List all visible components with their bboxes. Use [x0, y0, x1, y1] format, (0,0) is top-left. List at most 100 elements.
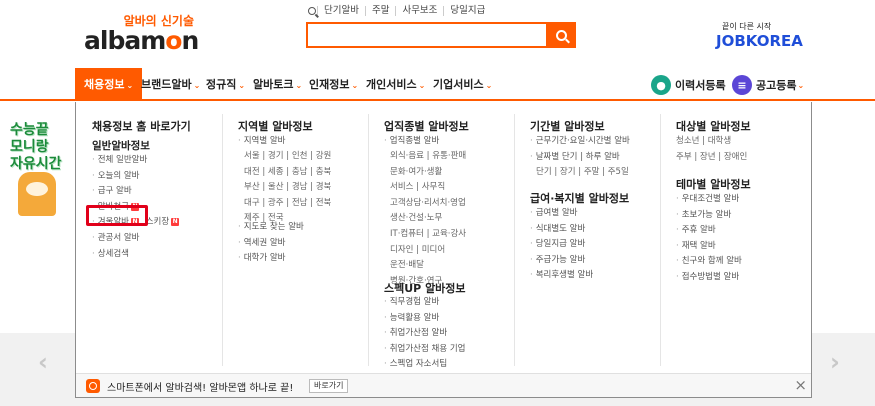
chevron-down-icon: ⌄: [351, 81, 359, 90]
category-row[interactable]: 고객상담·리서치·영업: [390, 196, 466, 212]
quick-link-same-day-pay[interactable]: 당일지급: [443, 6, 491, 16]
job-type-list: · 업직종별 알바: [384, 134, 439, 150]
column-divider: [222, 114, 223, 366]
nav-business-service[interactable]: 기업서비스 ⌄: [433, 68, 492, 101]
nav-personal-service[interactable]: 개인서비스 ⌄: [366, 68, 425, 101]
carousel-prev-arrow[interactable]: ‹: [38, 348, 48, 376]
list-item[interactable]: · 우대조건별 알바: [676, 192, 742, 208]
list-item[interactable]: · 날짜별 단기 | 하루 알바: [530, 150, 630, 166]
region-row[interactable]: 대전 | 세종 | 충남 | 충북: [244, 165, 331, 181]
category-row[interactable]: 문화·여가·생활: [390, 165, 466, 181]
category-row[interactable]: 운전·배달: [390, 258, 466, 274]
target-links: 청소년 | 대학생 주부 | 장년 | 장애인: [676, 134, 747, 165]
quick-link-short-term[interactable]: 단기알바: [317, 6, 365, 16]
general-alba-heading: 일반알바정보: [92, 140, 150, 152]
app-shortcut-button[interactable]: 바로가기: [309, 379, 349, 393]
quick-link-office[interactable]: 사무보조: [395, 6, 443, 16]
jobkorea-wordmark: JOBKOREA: [716, 32, 803, 50]
list-item[interactable]: · 대학가 알바: [238, 251, 304, 267]
search-icon: [308, 7, 316, 15]
column-divider: [514, 114, 515, 366]
list-item[interactable]: · 오늘의 알바: [92, 169, 179, 185]
list-item[interactable]: · 취업가산점 채용 기업: [384, 342, 466, 358]
category-row[interactable]: 서비스 | 사무직: [390, 180, 466, 196]
list-item[interactable]: · 지역별 알바: [238, 134, 286, 150]
list-item[interactable]: · 당일지급 알바: [530, 237, 593, 253]
site-header: 알바의 신기술 albamon 단기알바 주말 사무보조 당일지급 끝이 다른 …: [0, 0, 875, 68]
job-type-heading: 업직종별 알바정보: [384, 120, 469, 133]
category-row[interactable]: 외식·음료 | 유통·판매: [390, 149, 466, 165]
list-item[interactable]: · 관공서 알바: [92, 231, 179, 247]
list-item[interactable]: · 급구 알바: [92, 184, 179, 200]
list-item[interactable]: · 근무기간·요일·시간별 알바: [530, 134, 630, 150]
spec-up-list: · 직무경험 알바 · 능력활용 알바 · 취업가산점 알바 · 취업가산점 채용 기업…: [384, 295, 466, 373]
region-alba-list: · 지역별 알바: [238, 134, 286, 150]
albamon-app-icon: [86, 379, 100, 393]
app-promo-text: 스마트폰에서 알바검색! 알바몬앱 하나로 끝!: [107, 383, 294, 394]
list-item[interactable]: · 역세권 알바: [238, 236, 304, 252]
job-type-links: 외식·음료 | 유통·판매 문화·여가·생활 서비스 | 사무직 고객상담·리서…: [390, 149, 466, 289]
list-item[interactable]: · 능력활용 알바: [384, 311, 466, 327]
list-item[interactable]: · 재택 알바: [676, 239, 742, 255]
winter-alba-highlight: [86, 205, 148, 226]
quick-search-links: 단기알바 주말 사무보조 당일지급: [308, 6, 491, 16]
target-row[interactable]: 주부 | 장년 | 장애인: [676, 150, 747, 166]
search-button[interactable]: [547, 22, 576, 48]
category-row[interactable]: IT·컴퓨터 | 교육·강사: [390, 227, 466, 243]
target-row[interactable]: 청소년 | 대학생: [676, 134, 747, 150]
list-item[interactable]: · 급여별 알바: [530, 206, 593, 222]
chevron-down-icon: ⌄: [126, 81, 134, 90]
user-icon: ●: [651, 75, 671, 95]
chevron-down-icon: ⌄: [295, 81, 303, 90]
period-row[interactable]: 단기 | 장기 | 주말 | 주5일: [536, 165, 629, 181]
pay-welfare-list: · 급여별 알바 · 식대별도 알바 · 당일지급 알바 · 주급가능 알바 · 복리후생…: [530, 206, 593, 284]
chevron-down-icon: ⌄: [193, 81, 201, 90]
list-item[interactable]: · 주급가능 알바: [530, 253, 593, 269]
list-item[interactable]: · 초보가능 알바: [676, 208, 742, 224]
region-row[interactable]: 서울 | 경기 | 인천 | 강원: [244, 149, 331, 165]
list-item[interactable]: · 직무경험 알바: [384, 295, 466, 311]
main-navigation: 채용정보 ⌄ 브랜드알바 ⌄ 정규직 ⌄ 알바토크 ⌄ 인재정보 ⌄ 개인서비스 ⌄ 기업서…: [0, 68, 875, 101]
chevron-down-icon: ⌄: [797, 80, 805, 90]
close-icon[interactable]: ×: [794, 377, 807, 393]
region-row[interactable]: 부산 | 울산 | 경남 | 경북: [244, 180, 331, 196]
post-register-button[interactable]: ≡ 공고등록 ⌄: [732, 74, 804, 96]
nav-job-info[interactable]: 채용정보 ⌄: [75, 68, 143, 101]
list-item[interactable]: · 복리후생별 알바: [530, 268, 593, 284]
region-row[interactable]: 대구 | 광주 | 전남 | 전북: [244, 196, 331, 212]
promo-banner[interactable]: 수능끝 모니랑 자유시간: [10, 122, 70, 216]
list-item[interactable]: · 취업가산점 알바: [384, 326, 466, 342]
list-item[interactable]: · 상세검색: [92, 247, 179, 263]
list-item[interactable]: · 업직종별 알바: [384, 134, 439, 150]
albamon-logo[interactable]: 알바의 신기술 albamon: [84, 12, 199, 55]
search-input[interactable]: [306, 22, 548, 48]
category-row[interactable]: 생산·건설·노무: [390, 211, 466, 227]
target-alba-heading: 대상별 알바정보: [676, 120, 751, 133]
list-item[interactable]: · 전체 일반알바: [92, 153, 179, 169]
job-info-home-link[interactable]: 채용정보 홈 바로가기: [92, 118, 191, 134]
carousel-next-arrow[interactable]: ›: [830, 348, 840, 376]
list-item[interactable]: · 스펙업 자소서팁: [384, 357, 466, 373]
chevron-down-icon: ⌄: [238, 81, 246, 90]
jobkorea-logo[interactable]: 끝이 다른 시작 JOBKOREA: [716, 21, 806, 50]
category-row[interactable]: 디자인 | 미디어: [390, 243, 466, 259]
nav-alba-talk[interactable]: 알바토크 ⌄: [253, 68, 302, 101]
pay-welfare-heading: 급여·복지별 알바정보: [530, 192, 630, 205]
list-item[interactable]: · 식대별도 알바: [530, 222, 593, 238]
list-item[interactable]: · 주휴 알바: [676, 223, 742, 239]
theme-alba-heading: 테마별 알바정보: [676, 178, 751, 191]
job-info-mega-menu: 채용정보 홈 바로가기 일반알바정보 · 전체 일반알바 · 오늘의 알바 · 급구 …: [75, 102, 812, 398]
document-icon: ≡: [732, 75, 752, 95]
column-divider: [368, 114, 369, 366]
nav-brand-alba[interactable]: 브랜드알바 ⌄: [141, 68, 200, 101]
search-icon: [556, 29, 567, 41]
list-item[interactable]: · 접수방법별 알바: [676, 270, 742, 286]
nav-talent-info[interactable]: 인재정보 ⌄: [309, 68, 358, 101]
nav-full-time[interactable]: 정규직 ⌄: [206, 68, 245, 101]
quick-link-weekend[interactable]: 주말: [364, 6, 395, 16]
list-item[interactable]: · 지도로 찾는 알바: [238, 220, 304, 236]
resume-register-button[interactable]: ● 이력서등록: [651, 74, 726, 96]
region-links: 서울 | 경기 | 인천 | 강원 대전 | 세종 | 충남 | 충북 부산 |…: [244, 149, 331, 227]
list-item[interactable]: · 친구와 함께 알바: [676, 254, 742, 270]
period-links: 단기 | 장기 | 주말 | 주5일: [536, 165, 629, 181]
